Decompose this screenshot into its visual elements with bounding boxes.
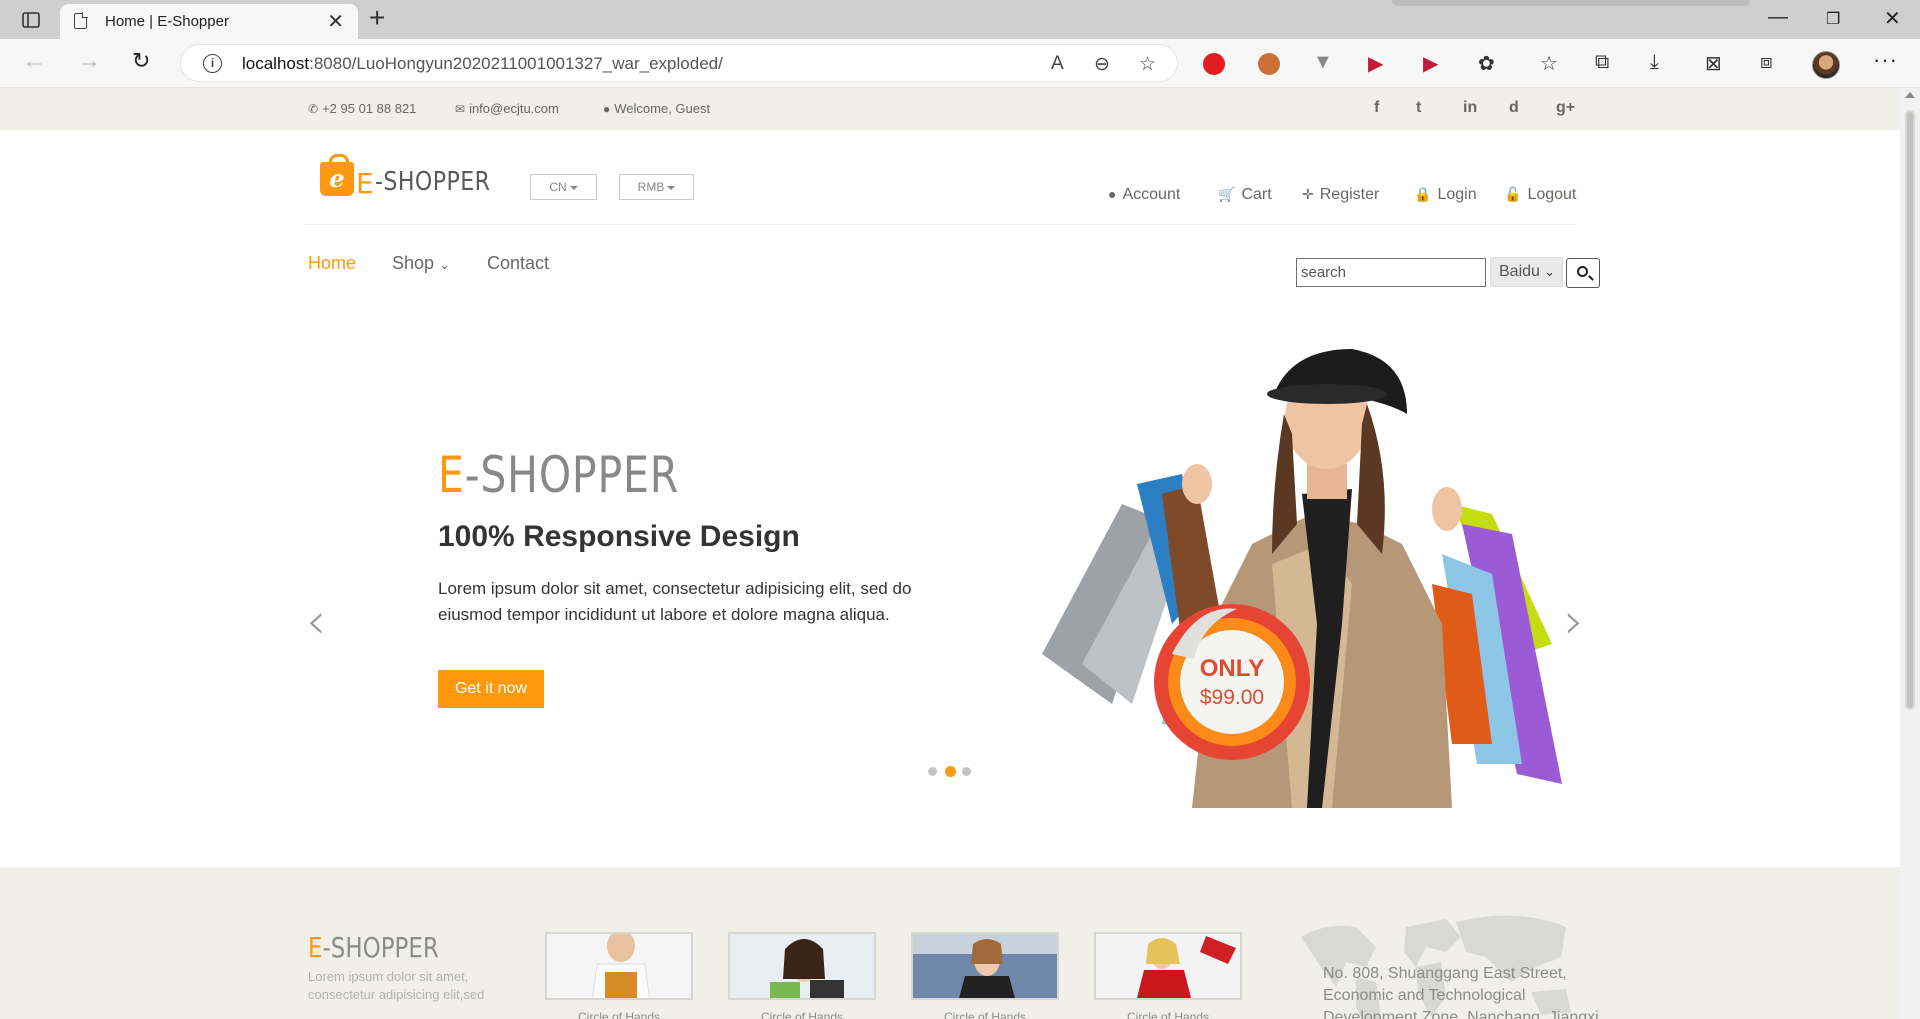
- language-dropdown[interactable]: CN: [530, 174, 597, 200]
- register-link[interactable]: ✛ Register: [1302, 186, 1379, 204]
- read-aloud-icon[interactable]: A: [1051, 53, 1064, 75]
- search-engine-select[interactable]: Baidu ⌄: [1490, 257, 1563, 287]
- more-menu-icon[interactable]: ···: [1873, 47, 1898, 73]
- login-link[interactable]: 🔒 Login: [1414, 186, 1477, 204]
- profile-avatar[interactable]: [1812, 51, 1840, 79]
- tab-title: Home | E-Shopper: [105, 13, 229, 30]
- shield-extension-2-icon[interactable]: ▶: [1423, 51, 1438, 76]
- twitter-icon[interactable]: t: [1416, 99, 1421, 117]
- footer-description: Lorem ipsum dolor sit amet, consectetur …: [308, 969, 485, 1002]
- chevron-down-icon: ⌄: [439, 257, 450, 272]
- url-text[interactable]: localhost:8080/LuoHongyun202021100100132…: [242, 54, 723, 74]
- account-link[interactable]: ● Account: [1108, 186, 1180, 204]
- envelope-icon: ✉: [455, 102, 466, 116]
- search-icon: [1577, 266, 1588, 277]
- scroll-up-arrow-icon[interactable]: [1905, 92, 1915, 98]
- slider-prev-arrow[interactable]: ‹: [306, 592, 326, 650]
- site-info-icon[interactable]: i: [203, 54, 222, 73]
- adblock-extension-icon[interactable]: [1203, 53, 1225, 75]
- slider-dot[interactable]: [962, 767, 971, 776]
- header-middle: e E -SHOPPER CN RMB ● Account 🛒 Cart ✛ Regi…: [304, 130, 1576, 225]
- restore-button[interactable]: ❐: [1826, 9, 1840, 29]
- cart-link[interactable]: 🛒 Cart: [1218, 186, 1272, 204]
- video-thumbnail[interactable]: [911, 932, 1059, 1000]
- caret-down-icon: [667, 185, 676, 190]
- reload-button[interactable]: ↻: [132, 50, 150, 72]
- user-icon: ●: [1108, 186, 1117, 202]
- badge-price-label: $99.00: [1200, 686, 1264, 709]
- logout-link[interactable]: 🔓 Logout: [1504, 186, 1576, 204]
- monkey-extension-icon[interactable]: [1258, 53, 1280, 75]
- address-bar[interactable]: i localhost:8080/LuoHongyun2020211001001…: [180, 44, 1178, 82]
- slider-dot[interactable]: [945, 766, 956, 777]
- video-caption: Circle of Hands: [577, 1010, 661, 1019]
- math-solver-icon[interactable]: ⊠: [1705, 51, 1722, 76]
- video-thumbnail[interactable]: [545, 932, 693, 1000]
- extensions-icon[interactable]: ✿: [1478, 51, 1495, 76]
- google-plus-icon[interactable]: g+: [1556, 99, 1575, 117]
- minimize-button[interactable]: —: [1768, 6, 1788, 29]
- dribbble-icon[interactable]: d: [1509, 99, 1519, 117]
- contact-email: ✉ info@ecjtu.com: [455, 101, 559, 116]
- browser-toolbar: ← → ↻ i localhost:8080/LuoHongyun2020211…: [0, 39, 1920, 88]
- caret-down-icon: [569, 185, 578, 190]
- video-caption: Circle of Hands: [1126, 1010, 1210, 1019]
- zoom-out-icon[interactable]: ⊖: [1094, 53, 1110, 76]
- badge-only-label: ONLY: [1200, 655, 1264, 682]
- forward-button[interactable]: →: [77, 49, 101, 73]
- shield-extension-icon[interactable]: ▶: [1368, 51, 1383, 76]
- slider-brand: E-SHOPPER: [438, 446, 680, 504]
- close-window-button[interactable]: ✕: [1884, 6, 1901, 31]
- phone-icon: ✆: [308, 102, 319, 116]
- page-icon: [74, 12, 88, 29]
- add-favorite-icon[interactable]: ☆: [1139, 53, 1156, 76]
- nav-contact[interactable]: Contact: [487, 253, 549, 274]
- contact-phone: ✆ +2 95 01 88 821: [308, 101, 417, 116]
- search-button[interactable]: [1566, 258, 1600, 288]
- footer-address: No. 808, Shuanggang East Street, Economi…: [1323, 965, 1599, 1019]
- slider-dot[interactable]: [928, 767, 937, 776]
- facebook-icon[interactable]: f: [1374, 99, 1379, 117]
- favorites-icon[interactable]: ☆: [1540, 51, 1558, 76]
- screen-cast-icon[interactable]: ⧈: [1760, 51, 1773, 74]
- nav-shop[interactable]: Shop ⌄: [392, 253, 450, 274]
- page-scrollbar[interactable]: [1900, 88, 1920, 1019]
- user-icon: ●: [603, 102, 611, 116]
- linkedin-icon[interactable]: in: [1463, 99, 1477, 117]
- video-thumbnail[interactable]: [728, 932, 876, 1000]
- collections-icon[interactable]: ⧉: [1595, 51, 1609, 74]
- video-caption: Circle of Hands: [943, 1010, 1027, 1019]
- video-thumbnail[interactable]: [1094, 932, 1242, 1000]
- shopping-bag-logo-icon: e: [320, 154, 354, 196]
- search-input[interactable]: [1296, 258, 1486, 287]
- chevron-down-icon: ⌄: [1544, 264, 1555, 279]
- cart-icon: 🛒: [1218, 186, 1236, 202]
- lock-icon: 🔒: [1414, 186, 1432, 202]
- crosshairs-icon: ✛: [1302, 186, 1314, 202]
- new-tab-button[interactable]: +: [369, 2, 385, 34]
- scrollbar-thumb[interactable]: [1905, 110, 1915, 710]
- video-caption: Circle of Hands: [760, 1010, 844, 1019]
- browser-tab-strip: Home | E-Shopper ✕ + — ❐ ✕: [0, 0, 1920, 39]
- window-drag-region: [1392, 0, 1750, 6]
- tab-actions-icon[interactable]: [14, 8, 48, 32]
- back-button[interactable]: ←: [22, 49, 46, 73]
- browser-tab-active[interactable]: Home | E-Shopper ✕: [60, 4, 358, 39]
- header-top-bar: ✆ +2 95 01 88 821 ✉ info@ecjtu.com ● Welcom…: [0, 88, 1900, 130]
- currency-dropdown[interactable]: RMB: [619, 174, 694, 200]
- slider-text: Lorem ipsum dolor sit amet, consectetur …: [438, 579, 912, 624]
- footer-brand: E-SHOPPER: [308, 931, 439, 964]
- welcome-text: ● Welcome, Guest: [603, 101, 711, 116]
- downloads-icon[interactable]: ⤓: [1650, 51, 1659, 74]
- vue-extension-icon[interactable]: ▼: [1313, 51, 1333, 74]
- nav-home[interactable]: Home: [308, 253, 356, 274]
- footer-top: E-SHOPPER Lorem ipsum dolor sit amet, co…: [0, 867, 1900, 1019]
- unlock-icon: 🔓: [1504, 186, 1522, 202]
- hero-woman-shopping-image: ONLY $99.00: [1042, 349, 1562, 808]
- get-it-now-button[interactable]: Get it now: [438, 670, 544, 708]
- slider-title: 100% Responsive Design: [438, 520, 800, 553]
- close-tab-icon[interactable]: ✕: [327, 9, 344, 34]
- page-viewport: ✆ +2 95 01 88 821 ✉ info@ecjtu.com ● Welcom…: [0, 88, 1900, 1019]
